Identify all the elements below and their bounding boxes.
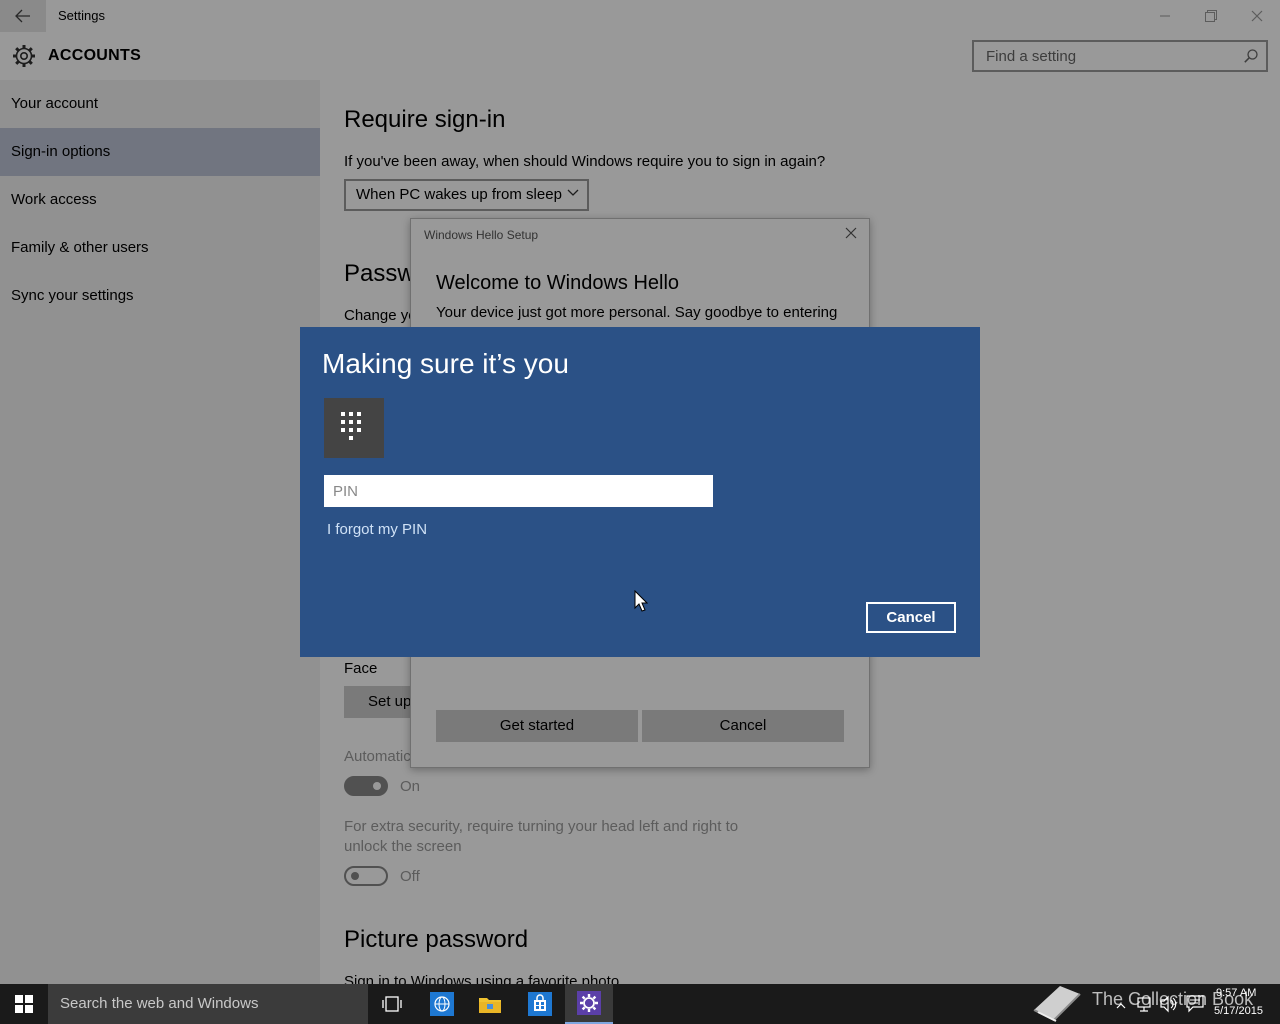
store-icon [528,992,552,1016]
pin-dialog-title: Making sure it’s you [322,348,569,379]
browser-taskbar-button[interactable] [418,984,466,1024]
keypad-icon [324,398,384,458]
pin-input[interactable] [324,475,713,507]
task-view-icon [382,996,402,1012]
file-explorer-button[interactable] [466,984,514,1024]
start-button[interactable] [0,984,48,1024]
clock-time[interactable]: 9:57 AM [1216,987,1256,999]
taskbar-search[interactable]: Search the web and Windows [48,984,368,1024]
action-center-icon[interactable] [1186,994,1204,1014]
gear-icon [577,991,601,1015]
mouse-cursor-icon [634,590,648,612]
taskbar: Search the web and Windows The Collectio… [0,984,1280,1024]
volume-icon[interactable] [1160,994,1178,1014]
settings-taskbar-button[interactable] [565,984,613,1024]
chevron-up-icon[interactable] [1116,994,1126,1014]
store-taskbar-button[interactable] [516,984,564,1024]
clock-date[interactable]: 5/17/2015 [1214,1005,1263,1017]
network-icon[interactable] [1137,994,1153,1014]
forgot-pin-link[interactable]: I forgot my PIN [327,521,427,538]
task-view-button[interactable] [368,984,416,1024]
windows-logo-icon [15,995,33,1013]
pin-cancel-button[interactable]: Cancel [866,602,956,633]
book-icon [1033,986,1081,1022]
folder-icon [479,998,501,1013]
globe-icon [430,992,454,1016]
